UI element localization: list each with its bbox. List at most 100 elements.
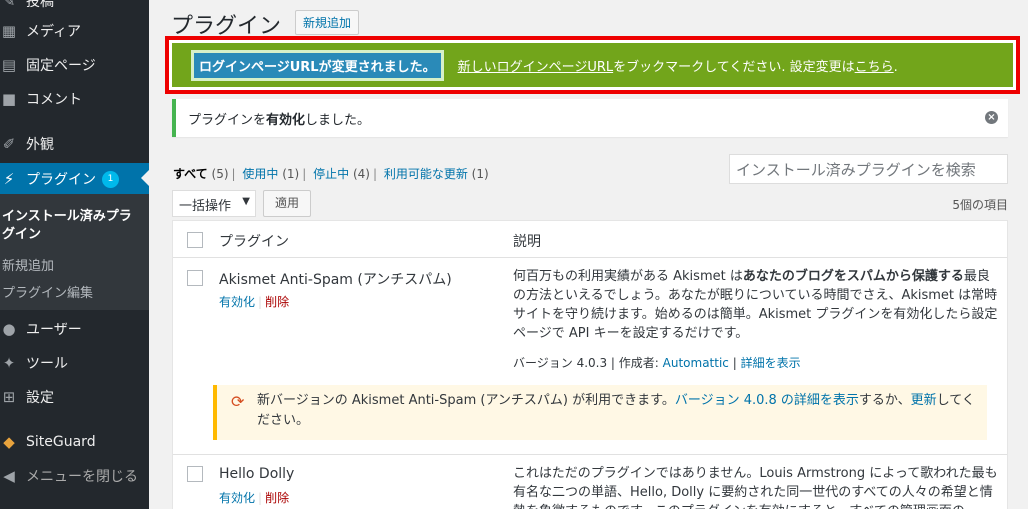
filter-active[interactable]: 使用中 (242, 167, 278, 181)
siteguard-icon: ◆ (3, 433, 15, 451)
settings-icon: ⊞ (2, 388, 16, 406)
menu-tools-label: ツール (26, 356, 68, 372)
select-all-checkbox[interactable] (187, 232, 203, 248)
desc-bold: あなたのブログをスパムから保護する (742, 269, 964, 284)
chevron-down-icon: ▼ (242, 196, 250, 207)
media-icon: ▦ (1, 22, 17, 40)
plugin-name: Hello Dolly (219, 466, 295, 482)
filter-active-count: (1) (282, 167, 300, 181)
column-plugin: プラグイン (219, 234, 289, 250)
update-available-notice: ⟳ 新バージョンの Akismet Anti-Spam (アンチスパム) が利用… (213, 385, 987, 440)
row-actions: 有効化 | 削除 (219, 295, 290, 309)
menu-tools[interactable]: ✦ ツール (0, 348, 149, 378)
menu-users-label: ユーザー (26, 322, 82, 338)
new-login-url-link[interactable]: 新しいログインページURL (458, 60, 614, 75)
menu-appearance[interactable]: ✐ 外観 (0, 129, 149, 159)
apply-button[interactable]: 適用 (263, 190, 311, 217)
plugin-activated-notice: プラグインを 有効化 しました。 × (172, 99, 1008, 137)
add-new-button[interactable]: 新規追加 (295, 10, 360, 35)
filter-update-count: (1) (471, 167, 489, 181)
filter-update-available[interactable]: 利用可能な更新 (384, 167, 468, 181)
activated-bold: 有効化 (266, 112, 306, 128)
main-content: プラグイン 新規追加 ログインページURLが変更されました。 新しいログインペー… (149, 0, 1028, 509)
plugin-status-filters: すべて (5) | 使用中 (1) | 停止中 (4) | 利用可能な更新 (1) (173, 167, 489, 181)
submenu-add-new[interactable]: 新規追加 (2, 255, 54, 274)
plug-icon: ⚡ (3, 170, 15, 188)
filter-all-count: (5) (211, 167, 229, 181)
dismiss-icon[interactable]: × (985, 111, 998, 124)
notice-end-text: . (893, 59, 898, 75)
update-icon: ⟳ (231, 392, 245, 411)
update-now-link[interactable]: 更新 (911, 393, 937, 408)
filter-inactive[interactable]: 停止中 (313, 167, 349, 181)
menu-plugins[interactable]: ⚡ プラグイン 1 (0, 163, 149, 195)
menu-pages-label: 固定ページ (26, 58, 96, 74)
row-checkbox[interactable] (187, 466, 203, 482)
plugin-name: Akismet Anti-Spam (アンチスパム) (219, 272, 452, 288)
table-header: プラグイン 説明 (173, 221, 1007, 258)
collapse-icon: ◀ (3, 467, 15, 485)
desc-pre: 何百万もの利用実績がある Akismet は (513, 269, 743, 284)
activated-post: しました。 (305, 112, 371, 128)
row-actions: 有効化 | 削除 (219, 491, 290, 505)
menu-siteguard[interactable]: ◆ SiteGuard (0, 427, 149, 457)
menu-posts[interactable]: ✎ 投稿 (0, 0, 149, 16)
author-link[interactable]: Automattic (663, 356, 729, 370)
settings-here-link[interactable]: こちら (855, 60, 894, 75)
menu-settings-label: 設定 (26, 390, 54, 406)
comment-icon: ■ (1, 90, 17, 108)
filter-inactive-count: (4) (352, 167, 370, 181)
pin-icon: ✎ (2, 0, 16, 10)
menu-users[interactable]: ● ユーザー (0, 314, 149, 344)
plugin-description: これはただのプラグインではありません。Louis Armstrong によって歌… (513, 466, 998, 509)
menu-comments[interactable]: ■ コメント (0, 84, 149, 114)
activate-link[interactable]: 有効化 (219, 295, 255, 309)
author-label: 作成者: (618, 356, 659, 370)
user-icon: ● (2, 320, 16, 338)
menu-siteguard-label: SiteGuard (26, 434, 96, 450)
delete-link[interactable]: 削除 (265, 295, 289, 309)
menu-media-label: メディア (26, 24, 82, 40)
delete-link[interactable]: 削除 (265, 491, 289, 505)
activate-link[interactable]: 有効化 (219, 491, 255, 505)
wrench-icon: ✦ (2, 354, 16, 372)
update-pre: 新バージョンの Akismet Anti-Spam (アンチスパム) が利用でき… (257, 393, 675, 408)
update-count-badge: 1 (102, 170, 119, 188)
column-description: 説明 (513, 234, 541, 250)
filter-all[interactable]: すべて (173, 167, 208, 181)
login-url-changed-button[interactable]: ログインページURLが変更されました。 (191, 49, 444, 81)
details-link[interactable]: 詳細を表示 (741, 356, 801, 370)
update-mid: するか、 (858, 393, 911, 408)
bulk-action-label: 一括操作 (179, 199, 232, 214)
menu-settings[interactable]: ⊞ 設定 (0, 382, 149, 412)
plugin-meta: バージョン 4.0.3 | 作成者: Automattic | 詳細を表示 (513, 356, 801, 370)
row-checkbox[interactable] (187, 270, 203, 286)
view-version-details-link[interactable]: バージョン 4.0.8 の詳細を表示 (675, 393, 859, 408)
plugins-table: プラグイン 説明 Akismet Anti-Spam (アンチスパム) 有効化 |… (172, 220, 1008, 509)
plugin-description: 何百万もの利用実績がある Akismet はあなたのブログをスパムから保護する最… (513, 267, 1001, 343)
menu-collapse-label: メニューを閉じる (26, 469, 138, 485)
row-divider (173, 454, 1007, 455)
plugin-search-input[interactable]: インストール済みプラグインを検索 (729, 154, 1008, 184)
item-count: 5個の項目 (952, 198, 1008, 212)
plugin-version: バージョン 4.0.3 (513, 356, 608, 370)
brush-icon: ✐ (2, 135, 16, 153)
bulk-action-select[interactable]: 一括操作 ▼ (172, 190, 256, 217)
admin-sidebar: ✎ 投稿 ▦ メディア ▤ 固定ページ ■ コメント ✐ 外観 ⚡ プラグイン … (0, 0, 149, 509)
submenu-installed-plugins[interactable]: インストール済みプラグイン (2, 208, 142, 244)
login-url-notice-highlight: ログインページURLが変更されました。 新しいログインページURLをブックマーク… (165, 36, 1020, 94)
menu-collapse[interactable]: ◀ メニューを閉じる (0, 461, 149, 491)
menu-posts-label: 投稿 (26, 0, 54, 10)
activated-pre: プラグインを (188, 112, 267, 128)
menu-appearance-label: 外観 (26, 137, 54, 153)
menu-comments-label: コメント (26, 92, 82, 108)
login-url-notice-text: 新しいログインページURLをブックマークしてください. 設定変更はこちら. (458, 56, 898, 75)
menu-plugins-label: プラグイン (26, 172, 96, 188)
menu-pages[interactable]: ▤ 固定ページ (0, 50, 149, 80)
menu-media[interactable]: ▦ メディア (0, 16, 149, 46)
submenu-plugin-editor[interactable]: プラグイン編集 (2, 282, 93, 301)
page-icon: ▤ (1, 56, 17, 74)
login-url-notice: ログインページURLが変更されました。 新しいログインページURLをブックマーク… (172, 43, 1013, 87)
plugins-submenu: インストール済みプラグイン 新規追加 プラグイン編集 (0, 194, 149, 310)
notice-mid-text: をブックマークしてください. 設定変更は (613, 59, 855, 75)
